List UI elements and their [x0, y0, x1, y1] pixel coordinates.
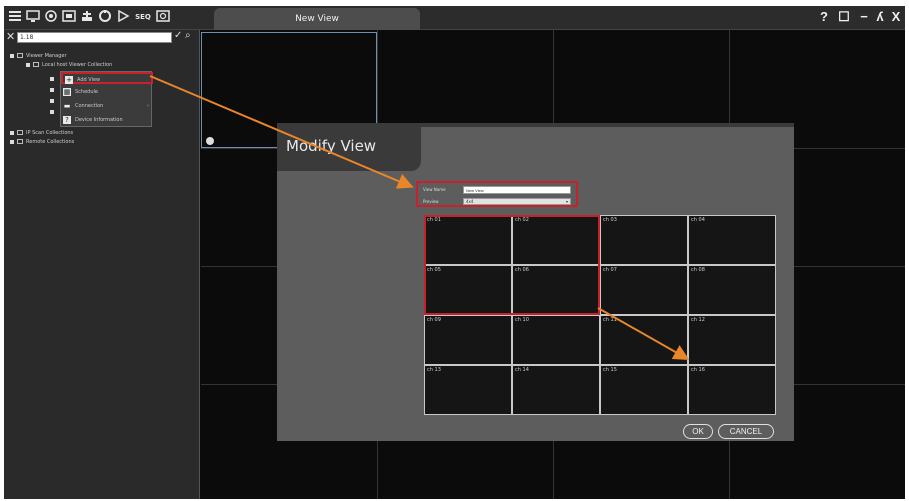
maximize-button[interactable]: ☐: [836, 9, 852, 25]
channel-cell[interactable]: ch 06: [512, 265, 600, 315]
channel-label: ch 13: [427, 367, 441, 373]
menu-icon[interactable]: [8, 9, 22, 25]
plus-icon: +: [65, 76, 73, 84]
tree-bullet: [50, 110, 54, 114]
network-icon[interactable]: [80, 9, 94, 25]
view-name-input[interactable]: [463, 186, 571, 194]
tree-bullet: [50, 88, 54, 92]
channel-label: ch 02: [515, 217, 529, 223]
cancel-button[interactable]: CANCEL: [718, 424, 774, 439]
channel-grid: ch 01 ch 02 ch 03 ch 04 ch 05 ch 06 ch 07 ch 08…: [424, 215, 776, 415]
viewer-app-window: SEQ New View ? ☐ − ʎ X ✕ ✓ ⌕ Viewer Mana…: [4, 6, 905, 499]
tree-item-ip-scan-collections[interactable]: IP Scan Collections: [10, 129, 73, 137]
channel-cell[interactable]: ch 03: [600, 215, 688, 265]
channel-cell[interactable]: ch 08: [688, 265, 776, 315]
calendar-icon: ▦: [63, 88, 71, 96]
seq-icon[interactable]: SEQ: [133, 9, 153, 25]
menu-item-schedule[interactable]: ▦ Schedule: [61, 86, 153, 98]
help-button[interactable]: ?: [816, 9, 832, 25]
dialog-title-tab: Modify View: [277, 123, 421, 171]
channel-label: ch 08: [691, 267, 705, 273]
tree-bullet: [50, 77, 54, 81]
tab-new-view[interactable]: New View: [214, 8, 420, 30]
channel-label: ch 12: [691, 317, 705, 323]
folder-icon: [17, 130, 23, 135]
chevron-down-icon: ▾: [565, 199, 568, 204]
channel-label: ch 09: [427, 317, 441, 323]
tree-bullet: [50, 99, 54, 103]
folder-icon: [17, 139, 23, 144]
channel-cell[interactable]: ch 09: [424, 315, 512, 365]
channel-label: ch 16: [691, 367, 705, 373]
connect-icon: ▬: [63, 102, 71, 110]
expand-icon[interactable]: [10, 139, 14, 144]
user-button[interactable]: ʎ: [872, 9, 888, 25]
channel-label: ch 11: [603, 317, 617, 323]
channel-label: ch 07: [603, 267, 617, 273]
channel-label: ch 06: [515, 267, 529, 273]
channel-label: ch 03: [603, 217, 617, 223]
folder-icon: [17, 53, 23, 58]
monitor-icon[interactable]: [26, 9, 40, 25]
tree-item-viewer-manager[interactable]: Viewer Manager: [10, 52, 67, 60]
play-icon[interactable]: [116, 9, 130, 25]
modify-view-dialog: Modify View View Name Preview 4x4 ▾ ch 0…: [277, 123, 794, 441]
channel-cell[interactable]: ch 12: [688, 315, 776, 365]
channel-cell[interactable]: ch 04: [688, 215, 776, 265]
channel-cell[interactable]: ch 16: [688, 365, 776, 415]
info-icon: ?: [63, 116, 71, 124]
channel-cell[interactable]: ch 05: [424, 265, 512, 315]
menu-item-device-information[interactable]: ? Device Information: [61, 114, 153, 126]
channel-cell[interactable]: ch 02: [512, 215, 600, 265]
channel-label: ch 05: [427, 267, 441, 273]
channel-label: ch 15: [603, 367, 617, 373]
channel-cell[interactable]: ch 10: [512, 315, 600, 365]
camera-icon: [206, 137, 214, 145]
expand-icon[interactable]: [26, 62, 30, 67]
expand-icon[interactable]: [10, 130, 14, 135]
channel-cell[interactable]: ch 15: [600, 365, 688, 415]
close-button[interactable]: X: [888, 9, 904, 25]
view-name-label: View Name: [423, 187, 446, 192]
preview-label: Preview: [423, 199, 439, 204]
snapshot-icon[interactable]: [156, 9, 170, 25]
channel-label: ch 04: [691, 217, 705, 223]
context-menu: + Add View ▦ Schedule ▬ Connection › ? Device…: [60, 71, 153, 127]
channel-cell[interactable]: ch 14: [512, 365, 600, 415]
top-toolbar: SEQ New View ? ☐ − ʎ X: [4, 6, 905, 30]
preview-select[interactable]: 4x4 ▾: [463, 198, 571, 205]
dialog-title: Modify View: [286, 137, 377, 155]
settings-icon[interactable]: [44, 9, 58, 25]
search-input[interactable]: [17, 32, 172, 43]
close-icon[interactable]: ✕: [6, 30, 16, 44]
expand-icon[interactable]: [10, 53, 14, 58]
menu-item-connection[interactable]: ▬ Connection ›: [61, 100, 153, 112]
channel-cell[interactable]: ch 13: [424, 365, 512, 415]
tree-item-remote-collections[interactable]: Remote Collections: [10, 138, 74, 146]
ok-button[interactable]: OK: [683, 424, 713, 439]
menu-item-add-view[interactable]: + Add View: [61, 72, 153, 84]
folder-icon: [33, 62, 39, 67]
tree-item-local-host-collection[interactable]: Local host Viewer Collection: [26, 61, 112, 69]
channel-cell[interactable]: ch 11: [600, 315, 688, 365]
channel-cell[interactable]: ch 01: [424, 215, 512, 265]
search-icon[interactable]: ⌕: [185, 30, 195, 41]
record-icon[interactable]: [98, 9, 112, 25]
channel-label: ch 01: [427, 217, 441, 223]
channel-label: ch 14: [515, 367, 529, 373]
playback-icon[interactable]: [62, 9, 76, 25]
search-row: ✕ ✓ ⌕: [6, 30, 198, 44]
check-icon[interactable]: ✓: [174, 30, 184, 41]
minimize-button[interactable]: −: [856, 9, 872, 25]
channel-cell[interactable]: ch 07: [600, 265, 688, 315]
submenu-arrow-icon: ›: [147, 103, 149, 109]
channel-label: ch 10: [515, 317, 529, 323]
